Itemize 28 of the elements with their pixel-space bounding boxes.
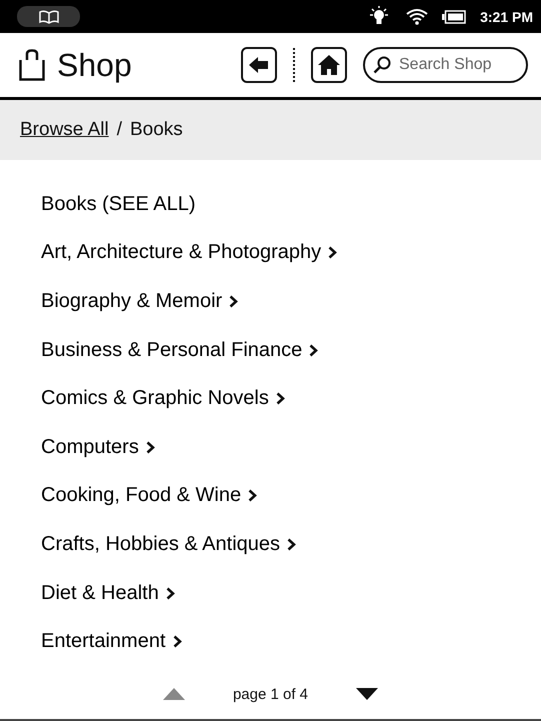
page-indicator: page 1 of 4 [232,686,308,702]
home-button[interactable] [311,47,347,83]
library-button[interactable] [17,6,80,27]
category-item[interactable]: Comics & Graphic Novels [41,374,541,423]
clock-time: 3:21 PM [480,8,533,24]
page-title: Shop [57,46,132,84]
breadcrumb-link[interactable]: Browse All [20,119,109,141]
breadcrumb-separator: / [116,119,122,141]
category-item[interactable]: Books (SEE ALL) [41,180,541,229]
category-item[interactable]: Business & Personal Finance [41,326,541,374]
search-field[interactable]: Search Shop [363,47,528,83]
next-page-button[interactable] [356,688,378,700]
home-icon [318,55,340,75]
category-item[interactable]: Crafts, Hobbies & Antiques [41,520,541,569]
search-icon [373,56,391,74]
category-item[interactable]: Biography & Memoir [41,277,541,326]
book-icon [38,10,60,24]
category-item[interactable]: Cooking, Food & Wine [41,472,541,520]
back-arrow-icon [249,57,269,73]
category-item[interactable]: Diet & Health [41,568,541,618]
category-item[interactable]: Computers [41,422,541,472]
battery-icon [442,10,466,24]
breadcrumb-current: Books [130,119,183,141]
category-item[interactable]: Art, Architecture & Photography [41,228,541,278]
shopping-bag-icon [19,49,45,81]
back-button[interactable] [241,47,277,83]
category-item[interactable]: Entertainment [41,617,541,666]
wifi-icon [406,8,428,26]
